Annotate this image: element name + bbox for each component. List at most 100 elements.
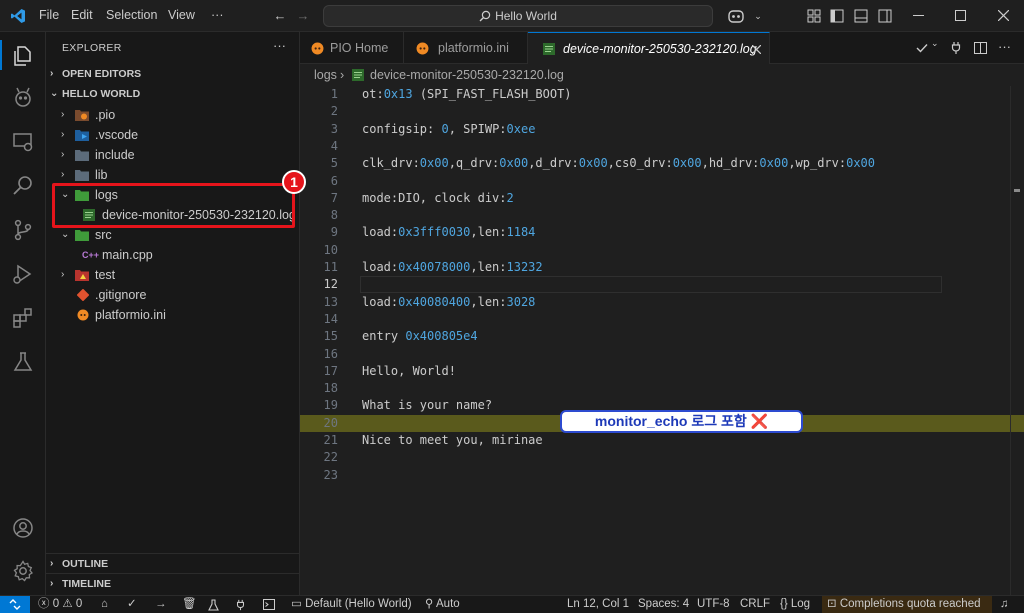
timeline-section[interactable]: › TIMELINE bbox=[46, 574, 300, 594]
tab-device-monitor-log[interactable]: device-monitor-250530-232120.log bbox=[528, 32, 770, 64]
editor-line[interactable]: 15 entry 0x400805e4 bbox=[300, 328, 1008, 345]
project-section[interactable]: ⌄ HELLO WORLD bbox=[46, 84, 300, 104]
editor-line[interactable]: 11 load:0x40078000,len:13232 bbox=[300, 259, 1008, 276]
editor-line[interactable]: 4 bbox=[300, 138, 1008, 155]
split-editor-icon[interactable] bbox=[974, 42, 987, 54]
editor-line[interactable]: 1 ot:0x13 (SPI_FAST_FLASH_BOOT) bbox=[300, 86, 1008, 103]
toggle-panel-icon[interactable] bbox=[854, 9, 868, 23]
menu-selection[interactable]: Selection bbox=[106, 8, 157, 22]
editor-line[interactable]: 23 bbox=[300, 467, 1008, 484]
pio-build-check-icon[interactable]: ✓ bbox=[127, 596, 137, 613]
editor-line[interactable]: 16 bbox=[300, 346, 1008, 363]
menu-edit[interactable]: Edit bbox=[71, 8, 93, 22]
pio-upload-arrow-icon[interactable]: → bbox=[155, 596, 167, 613]
editor-line[interactable]: 10 bbox=[300, 242, 1008, 259]
tree-item-include[interactable]: › include bbox=[46, 145, 300, 165]
copilot-chevron-icon[interactable]: ⌄ bbox=[748, 6, 768, 26]
tab-pio-home[interactable]: PIO Home bbox=[300, 32, 404, 64]
copilot-icon[interactable] bbox=[727, 8, 745, 24]
tree-item-gitignore[interactable]: .gitignore bbox=[46, 285, 300, 305]
settings-gear-icon[interactable] bbox=[11, 559, 35, 583]
forward-arrow-icon[interactable]: → bbox=[293, 6, 313, 26]
editor-line[interactable]: 18 bbox=[300, 380, 1008, 397]
end-of-line[interactable]: CRLF bbox=[740, 596, 770, 613]
search-icon[interactable] bbox=[11, 174, 35, 198]
pio-terminal-icon[interactable] bbox=[263, 599, 275, 610]
tree-item-src[interactable]: ⌄ src bbox=[46, 225, 300, 245]
number-token: 0x00 bbox=[672, 156, 702, 171]
editor-line[interactable]: 17 Hello, World! bbox=[300, 363, 1008, 380]
editor-line[interactable]: 3 configsip: 0, SPIWP:0xee bbox=[300, 121, 1008, 138]
more-actions-icon[interactable]: ··· bbox=[998, 39, 1011, 54]
editor-line[interactable]: 12 bbox=[300, 276, 1008, 294]
accounts-icon[interactable] bbox=[11, 516, 35, 540]
tree-item-lib[interactable]: › lib bbox=[46, 165, 300, 185]
editor-line[interactable]: 22 bbox=[300, 449, 1008, 466]
customize-layout-icon[interactable] bbox=[807, 9, 821, 23]
pio-port-selector[interactable]: ⚲ Auto bbox=[425, 596, 460, 613]
command-center-search[interactable]: Hello World bbox=[323, 5, 713, 27]
menu-file[interactable]: File bbox=[39, 8, 59, 22]
tree-item-pio[interactable]: › .pio bbox=[46, 105, 300, 125]
explorer-more-actions[interactable]: ··· bbox=[273, 38, 286, 53]
tree-item-vscode[interactable]: › .vscode bbox=[46, 125, 300, 145]
open-editors-section[interactable]: › OPEN EDITORS bbox=[46, 64, 300, 84]
editor-line[interactable]: 13 load:0x40080400,len:3028 bbox=[300, 294, 1008, 311]
remote-explorer-icon[interactable] bbox=[11, 130, 35, 154]
copilot-quota-indicator[interactable]: ⊡ Completions quota reached bbox=[822, 596, 992, 613]
tree-item-label: platformio.ini bbox=[95, 308, 166, 322]
extensions-icon[interactable] bbox=[11, 306, 35, 330]
notifications-bell-icon[interactable]: ♫ bbox=[1000, 596, 1009, 613]
chevron-down-icon[interactable]: ⌄ bbox=[931, 38, 939, 49]
vscode-folder-icon bbox=[75, 130, 89, 141]
number-token: 3028 bbox=[506, 294, 536, 309]
breadcrumb-separator-icon: › bbox=[340, 68, 345, 82]
back-arrow-icon[interactable]: ← bbox=[270, 6, 290, 26]
testing-flask-icon[interactable] bbox=[11, 350, 35, 374]
pio-folder-icon bbox=[75, 110, 89, 121]
checkmark-icon[interactable] bbox=[916, 43, 928, 53]
explorer-icon[interactable] bbox=[11, 44, 35, 68]
editor-line[interactable]: 5 clk_drv:0x00,q_drv:0x00,d_drv:0x00,cs0_… bbox=[300, 155, 1008, 172]
run-debug-icon[interactable] bbox=[11, 262, 35, 286]
indentation[interactable]: Spaces: 4 bbox=[638, 596, 689, 613]
minimize-icon[interactable] bbox=[913, 15, 924, 17]
platformio-alien-icon[interactable] bbox=[11, 86, 35, 110]
editor-line[interactable]: 7 mode:DIO, clock div:2 bbox=[300, 190, 1008, 207]
menu-view[interactable]: View bbox=[168, 8, 195, 22]
problems-indicator[interactable]: ⓧ 0 ⚠ 0 bbox=[38, 596, 82, 613]
plug-icon[interactable] bbox=[951, 41, 961, 55]
pio-clean-trash-icon[interactable]: 🗑 bbox=[182, 596, 197, 613]
source-control-icon[interactable] bbox=[11, 218, 35, 242]
code-editor[interactable]: 1 ot:0x13 (SPI_FAST_FLASH_BOOT) 2 3 configsi… bbox=[300, 86, 1024, 595]
toggle-secondary-sidebar-icon[interactable] bbox=[878, 9, 892, 23]
maximize-icon[interactable] bbox=[955, 10, 966, 21]
close-window-icon[interactable] bbox=[998, 10, 1009, 21]
pio-serial-monitor-plug-icon[interactable] bbox=[236, 599, 245, 611]
editor-line[interactable]: 8 bbox=[300, 207, 1008, 224]
encoding[interactable]: UTF-8 bbox=[697, 596, 730, 613]
editor-line[interactable]: 14 bbox=[300, 311, 1008, 328]
remote-indicator[interactable] bbox=[0, 596, 30, 613]
toggle-primary-sidebar-icon[interactable] bbox=[830, 9, 844, 23]
editor-scrollbar[interactable] bbox=[1010, 86, 1024, 595]
tab-platformio-ini[interactable]: platformio.ini bbox=[404, 32, 528, 64]
pio-test-flask-icon[interactable] bbox=[208, 599, 219, 611]
editor-line[interactable]: 21 Nice to meet you, mirinae bbox=[300, 432, 1008, 449]
outline-section[interactable]: › OUTLINE bbox=[46, 554, 300, 574]
editor-line[interactable]: 6 bbox=[300, 173, 1008, 190]
tree-item-main-cpp[interactable]: C++ main.cpp bbox=[46, 245, 300, 265]
breadcrumb-folder[interactable]: logs bbox=[314, 64, 337, 86]
close-tab-icon[interactable] bbox=[752, 45, 761, 54]
breadcrumb-file[interactable]: device-monitor-250530-232120.log bbox=[370, 64, 564, 86]
pio-home-icon[interactable]: ⌂ bbox=[101, 596, 108, 613]
tree-item-platformio-ini[interactable]: platformio.ini bbox=[46, 305, 300, 325]
cursor-position[interactable]: Ln 12, Col 1 bbox=[567, 596, 629, 613]
pio-environment-selector[interactable]: ▭ Default (Hello World) bbox=[291, 596, 412, 613]
menu-more[interactable]: ··· bbox=[211, 8, 224, 22]
editor-line[interactable]: 9 load:0x3fff0030,len:1184 bbox=[300, 224, 1008, 241]
language-mode[interactable]: {} Log bbox=[780, 596, 810, 613]
tree-item-test[interactable]: › test bbox=[46, 265, 300, 285]
tree-item-label: .pio bbox=[95, 108, 116, 122]
editor-line[interactable]: 2 bbox=[300, 103, 1008, 120]
